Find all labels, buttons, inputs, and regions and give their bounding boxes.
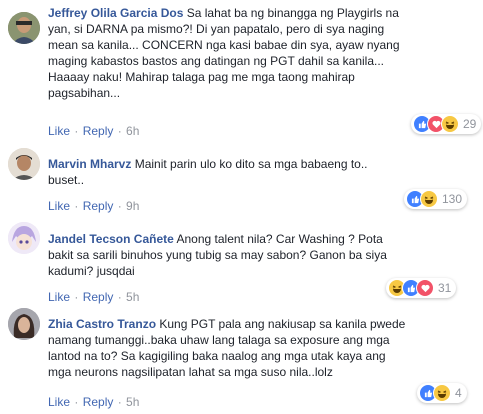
comment-time[interactable]: 6h bbox=[126, 124, 139, 138]
haha-icon bbox=[420, 190, 438, 208]
comment-text-line: pagsabihan... bbox=[48, 86, 121, 100]
comment-text-line: Haaaay naku! Mahirap talaga pag me mga t… bbox=[48, 70, 355, 84]
avatar[interactable] bbox=[8, 12, 40, 44]
reactions-summary[interactable]: 31 bbox=[386, 278, 457, 298]
comment-time[interactable]: 5h bbox=[126, 395, 139, 409]
comment-text-line: mga neurons nagsilipatan lahat sa mga su… bbox=[48, 365, 333, 379]
comment-time[interactable]: 9h bbox=[126, 199, 139, 213]
like-link[interactable]: Like bbox=[48, 199, 70, 213]
comment-text-line: yan, si DARNA pa mismo?! Di yan papatalo… bbox=[48, 22, 385, 36]
like-link[interactable]: Like bbox=[48, 124, 70, 138]
reaction-count: 4 bbox=[455, 386, 462, 400]
comment-author[interactable]: Zhia Castro Tranzo bbox=[48, 317, 156, 331]
avatar[interactable] bbox=[8, 222, 40, 254]
comment-text-line: maging kabastos bastos ang datingan ng P… bbox=[48, 54, 384, 68]
reaction-count: 31 bbox=[438, 281, 452, 295]
avatar-photo-icon bbox=[8, 12, 40, 44]
avatar[interactable] bbox=[8, 148, 40, 180]
avatar-photo-icon bbox=[8, 308, 40, 340]
comment-author[interactable]: Jeffrey Olila Garcia Dos bbox=[48, 6, 183, 20]
comment-actions: Like · Reply · 6h bbox=[48, 124, 140, 138]
comment-actions: Like · Reply · 9h bbox=[48, 199, 140, 213]
comment-text-line: Kung PGT pala ang nakiusap sa kanila pwe… bbox=[159, 317, 406, 331]
avatar-anime-icon bbox=[8, 222, 40, 254]
reaction-count: 130 bbox=[442, 192, 463, 206]
comment-text-line: bakit sa sarili binuhos yung tubig sa ma… bbox=[48, 248, 387, 262]
reaction-count: 29 bbox=[463, 117, 477, 131]
comment-author[interactable]: Marvin Mharvz bbox=[48, 157, 131, 171]
comment-text-line: lantod na to? Sa kagigiling baka naalog … bbox=[48, 349, 386, 363]
comment-text-line: Mainit parin ulo ko dito sa mga babaeng … bbox=[134, 157, 368, 171]
comment-text-line: mean sa kanila... CONCERN nga kasi babae… bbox=[48, 38, 400, 52]
comment-actions: Like · Reply · 5h bbox=[48, 290, 140, 304]
avatar-photo-icon bbox=[8, 148, 40, 180]
reply-link[interactable]: Reply bbox=[83, 290, 114, 304]
haha-icon bbox=[433, 384, 451, 402]
comment-text-line: Sa lahat ba ng binangga ng Playgirls na bbox=[186, 6, 399, 20]
haha-icon bbox=[441, 115, 459, 133]
comment-actions: Like · Reply · 5h bbox=[48, 395, 140, 409]
reactions-summary[interactable]: 29 bbox=[411, 114, 482, 134]
comment-author[interactable]: Jandel Tecson Cañete bbox=[48, 232, 174, 246]
comment-text-line: buset.. bbox=[48, 173, 85, 187]
avatar[interactable] bbox=[8, 308, 40, 340]
comment-time[interactable]: 5h bbox=[126, 290, 139, 304]
like-link[interactable]: Like bbox=[48, 290, 70, 304]
reply-link[interactable]: Reply bbox=[83, 199, 114, 213]
reactions-summary[interactable]: 4 bbox=[417, 383, 467, 403]
love-icon bbox=[416, 279, 434, 297]
reply-link[interactable]: Reply bbox=[83, 124, 114, 138]
comment-text-line: namang tumanggi..baka uhaw lang talaga s… bbox=[48, 333, 390, 347]
comment-text-line: kadumi? jusqdai bbox=[48, 264, 135, 278]
reply-link[interactable]: Reply bbox=[83, 395, 114, 409]
comment-text-line: Anong talent nila? Car Washing ? Pota bbox=[176, 232, 383, 246]
reactions-summary[interactable]: 130 bbox=[404, 189, 468, 209]
like-link[interactable]: Like bbox=[48, 395, 70, 409]
